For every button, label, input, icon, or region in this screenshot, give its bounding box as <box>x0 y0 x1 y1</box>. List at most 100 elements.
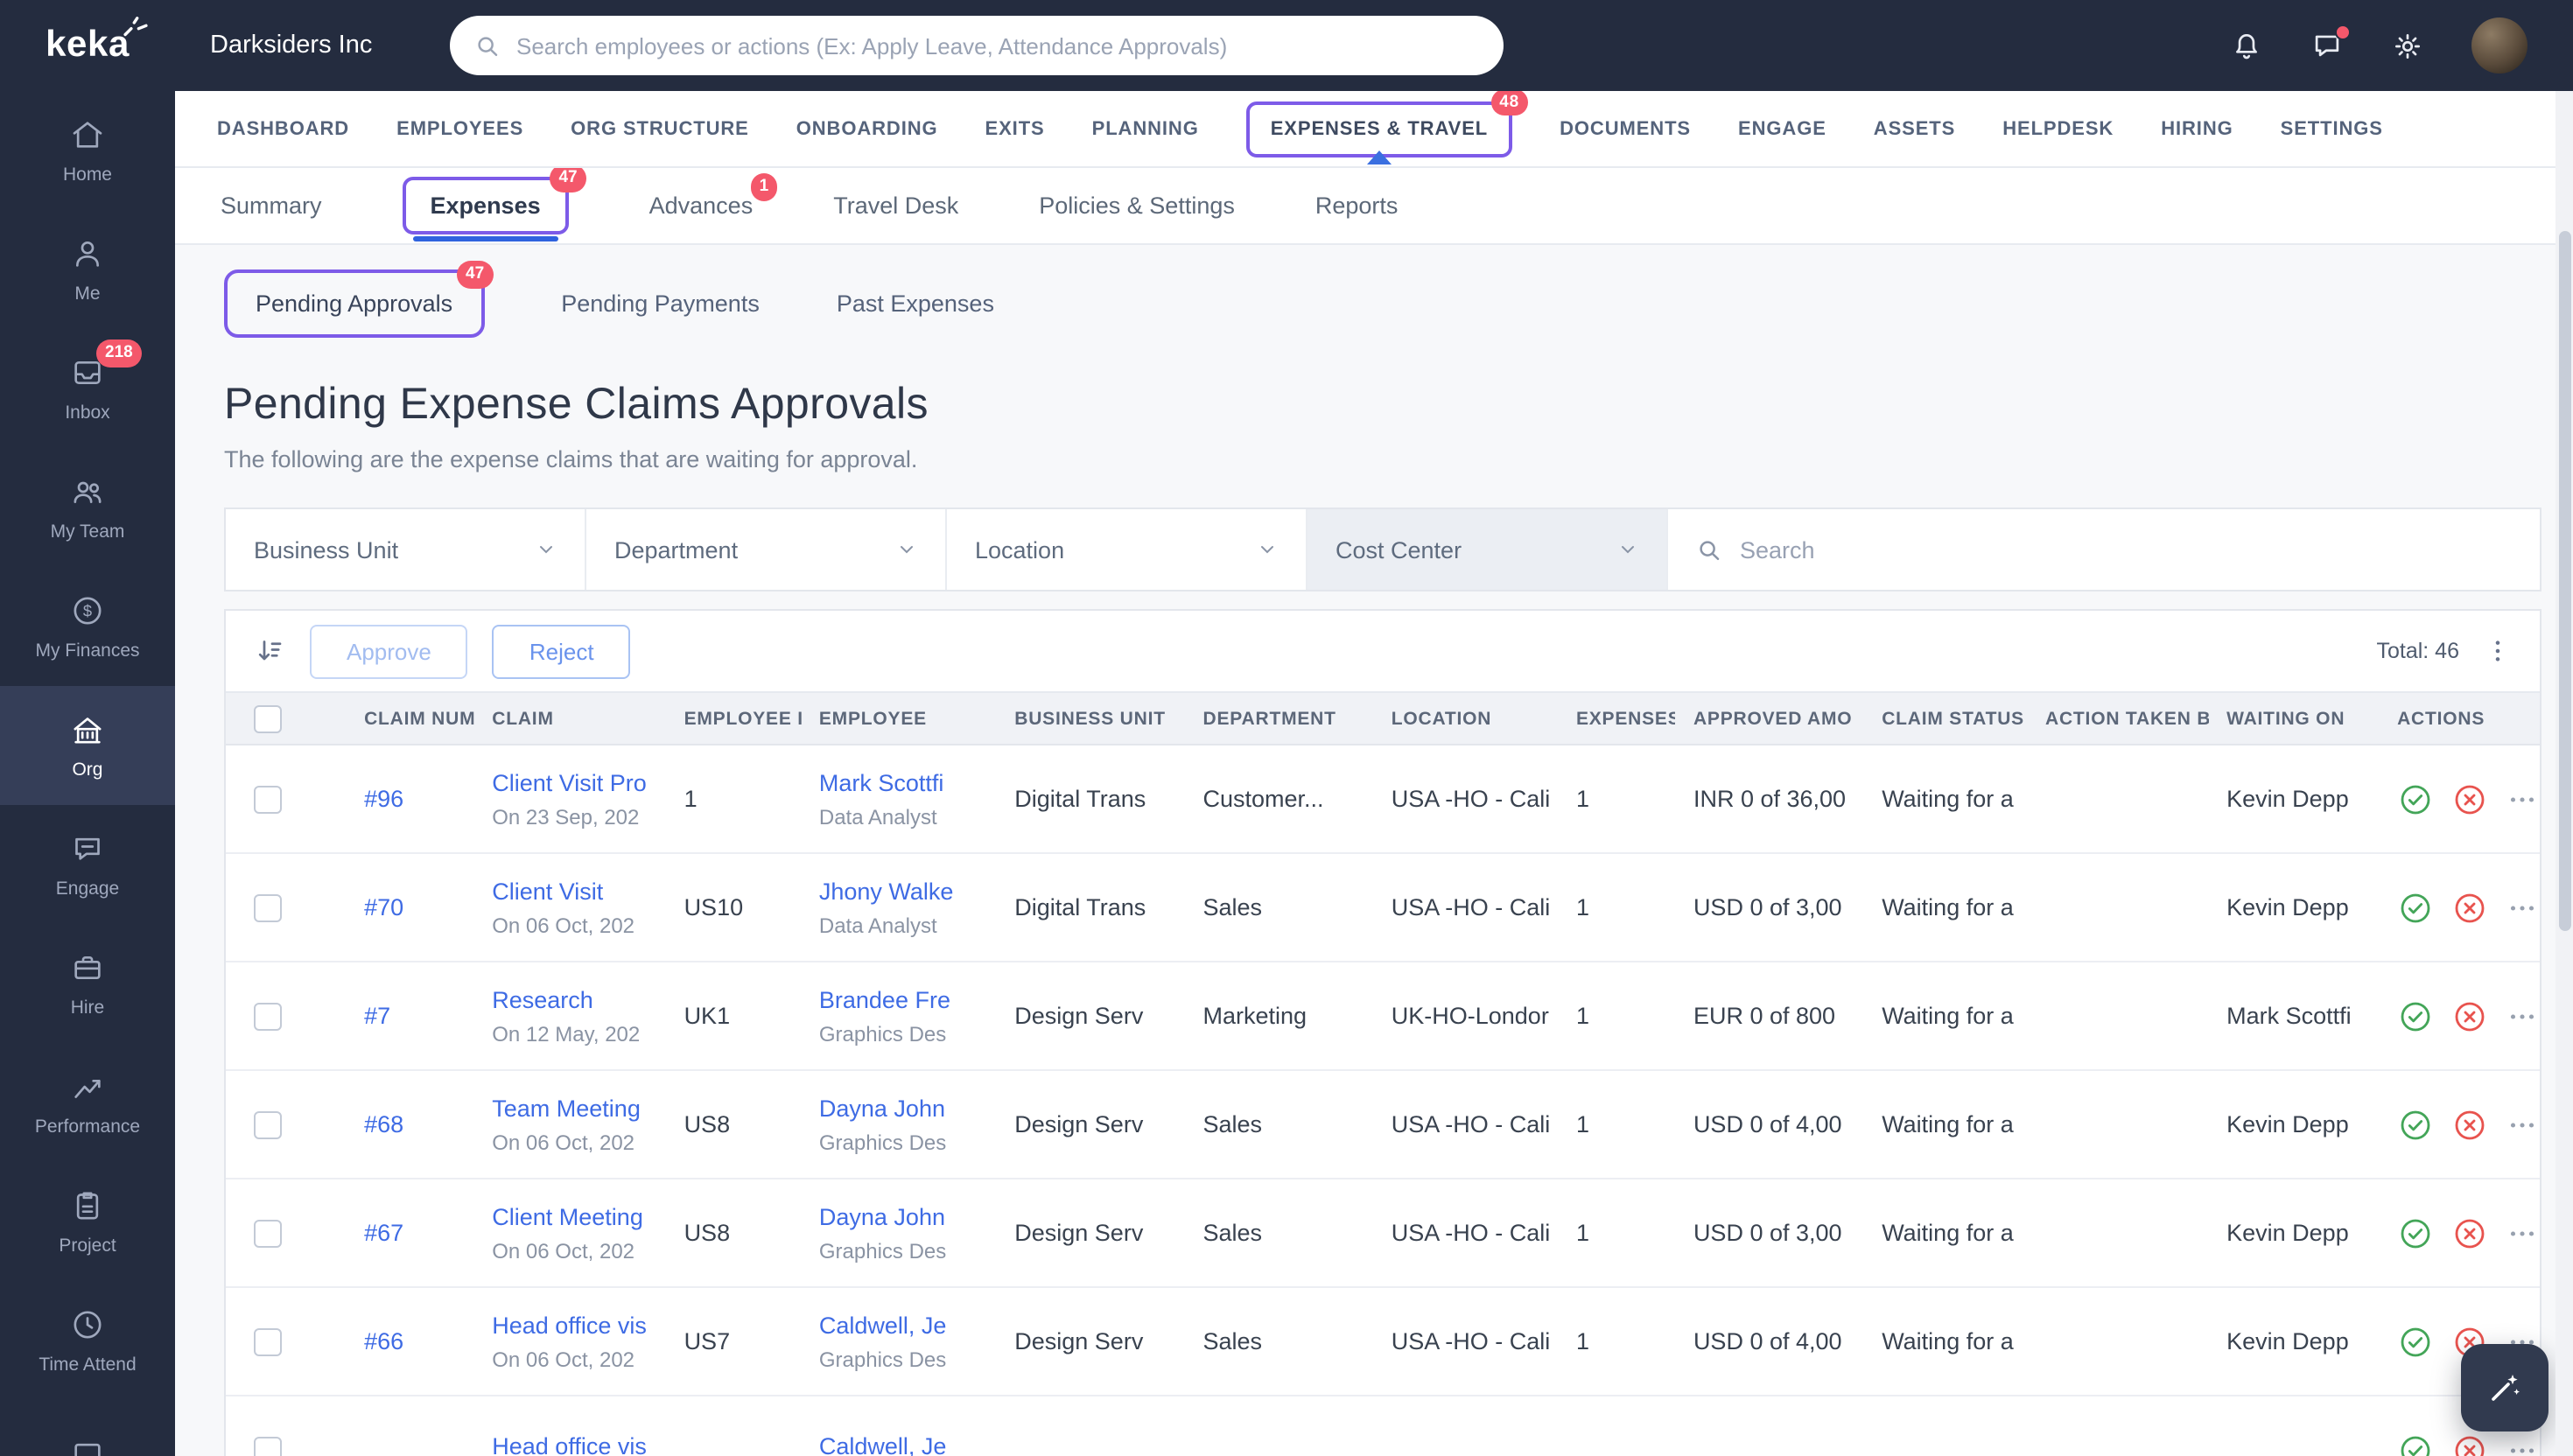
nav-exits[interactable]: EXITS <box>985 118 1045 139</box>
claim-number-link[interactable]: #7 <box>364 1003 457 1029</box>
row-checkbox[interactable] <box>254 1327 282 1356</box>
keka-logo[interactable]: keka <box>0 0 175 91</box>
approve-claim-icon[interactable] <box>2397 1215 2432 1250</box>
sidebar-item-project[interactable]: Project <box>0 1162 175 1281</box>
subnav-expenses[interactable]: Expenses 47 <box>402 164 586 242</box>
claim-title-link[interactable]: Research <box>492 986 649 1012</box>
department-filter[interactable]: Department <box>586 509 947 590</box>
approve-claim-icon[interactable] <box>2397 1432 2432 1456</box>
claim-number-link[interactable]: #66 <box>364 1328 457 1354</box>
reject-claim-icon[interactable] <box>2451 781 2486 816</box>
row-checkbox[interactable] <box>254 893 282 922</box>
messages-chat-icon[interactable] <box>2310 24 2351 62</box>
nav-documents[interactable]: DOCUMENTS <box>1560 118 1691 139</box>
approve-claim-icon[interactable] <box>2397 1324 2432 1359</box>
nav-onboarding[interactable]: ONBOARDING <box>796 118 938 139</box>
claim-number-link[interactable]: #68 <box>364 1111 457 1138</box>
claim-title-link[interactable]: Head office vis <box>492 1312 649 1338</box>
notifications-bell-icon[interactable] <box>2230 29 2263 62</box>
row-checkbox[interactable] <box>254 1436 282 1456</box>
claim-title-link[interactable]: Client Visit <box>492 878 649 904</box>
claim-number-link[interactable]: #67 <box>364 1220 457 1246</box>
approve-claim-icon[interactable] <box>2397 998 2432 1033</box>
employee-name-link[interactable]: Caldwell, Je <box>819 1312 979 1338</box>
subnav-advances[interactable]: Advances 1 <box>649 173 778 219</box>
nav-engage[interactable]: ENGAGE <box>1738 118 1826 139</box>
row-more-options-icon[interactable] <box>2506 890 2537 925</box>
nav-hiring[interactable]: HIRING <box>2161 118 2233 139</box>
subnav-travel-desk[interactable]: Travel Desk <box>833 192 958 219</box>
row-more-options-icon[interactable] <box>2506 1432 2537 1456</box>
subnav-policies-settings[interactable]: Policies & Settings <box>1039 192 1235 219</box>
sidebar-item-performance[interactable]: Performance <box>0 1043 175 1162</box>
employee-name-link[interactable]: Mark Scottfi <box>819 769 979 795</box>
global-search[interactable] <box>450 16 1504 75</box>
subnav-summary[interactable]: Summary <box>221 192 322 219</box>
reject-claim-icon[interactable] <box>2451 1215 2486 1250</box>
assistant-fab[interactable] <box>2461 1344 2548 1432</box>
settings-gear-icon[interactable] <box>2391 29 2424 62</box>
tab-pending-payments[interactable]: Pending Payments <box>561 290 760 317</box>
employee-name-link[interactable]: Brandee Fre <box>819 986 979 1012</box>
reject-button[interactable]: Reject <box>492 624 631 678</box>
sidebar-item-hire[interactable]: Hire <box>0 924 175 1043</box>
employee-name-link[interactable]: Jhony Walke <box>819 878 979 904</box>
row-more-options-icon[interactable] <box>2506 998 2537 1033</box>
claims-search[interactable] <box>1668 509 2540 590</box>
claims-search-input[interactable] <box>1740 536 2512 563</box>
subnav-reports[interactable]: Reports <box>1315 192 1399 219</box>
nav-assets[interactable]: ASSETS <box>1874 118 1955 139</box>
global-search-input[interactable] <box>516 32 1479 59</box>
row-checkbox[interactable] <box>254 1219 282 1248</box>
approve-claim-icon[interactable] <box>2397 781 2432 816</box>
cost-center-filter[interactable]: Cost Center <box>1308 509 1668 590</box>
nav-dashboard[interactable]: DASHBOARD <box>217 118 349 139</box>
reject-claim-icon[interactable] <box>2451 1107 2486 1142</box>
sidebar-item-time-attend[interactable]: Time Attend <box>0 1281 175 1400</box>
row-checkbox[interactable] <box>254 1110 282 1139</box>
tab-pending-approvals[interactable]: Pending Approvals 47 <box>224 261 494 338</box>
reject-claim-icon[interactable] <box>2451 998 2486 1033</box>
sidebar-item-engage[interactable]: Engage <box>0 805 175 924</box>
tab-past-expenses[interactable]: Past Expenses <box>837 290 994 317</box>
row-more-options-icon[interactable] <box>2506 1215 2537 1250</box>
page-scrollbar[interactable] <box>2555 91 2573 1456</box>
nav-expenses-and-travel[interactable]: EXPENSES & TRAVEL 48 <box>1245 88 1529 164</box>
sidebar-item-my-team[interactable]: My Team <box>0 448 175 567</box>
business-unit-filter[interactable]: Business Unit <box>226 509 586 590</box>
nav-planning[interactable]: PLANNING <box>1092 118 1199 139</box>
claim-title-link[interactable]: Team Meeting <box>492 1095 649 1121</box>
location-filter[interactable]: Location <box>947 509 1308 590</box>
sidebar-item-inbox[interactable]: 218 Inbox <box>0 329 175 448</box>
row-more-options-icon[interactable] <box>2506 781 2537 816</box>
claim-number-link[interactable]: #96 <box>364 786 457 812</box>
employee-name-link[interactable]: Caldwell, Je <box>819 1432 979 1456</box>
sort-icon[interactable] <box>254 635 285 667</box>
nav-helpdesk[interactable]: HELPDESK <box>2002 118 2114 139</box>
row-checkbox[interactable] <box>254 785 282 814</box>
row-more-options-icon[interactable] <box>2506 1107 2537 1142</box>
row-checkbox[interactable] <box>254 1002 282 1031</box>
sidebar-item-home[interactable]: Home <box>0 91 175 210</box>
approve-claim-icon[interactable] <box>2397 890 2432 925</box>
reject-claim-icon[interactable] <box>2451 1432 2486 1456</box>
sidebar-item-my-finances[interactable]: $ My Finances <box>0 567 175 686</box>
table-options-kebab-icon[interactable] <box>2484 637 2512 665</box>
claim-title-link[interactable]: Client Meeting <box>492 1203 649 1229</box>
employee-name-link[interactable]: Dayna John <box>819 1203 979 1229</box>
page-scrollbar-thumb[interactable] <box>2558 231 2570 931</box>
employee-name-link[interactable]: Dayna John <box>819 1095 979 1121</box>
user-avatar[interactable] <box>2471 18 2527 74</box>
nav-settings[interactable]: SETTINGS <box>2281 118 2383 139</box>
claim-title-link[interactable]: Client Visit Pro <box>492 769 649 795</box>
approve-claim-icon[interactable] <box>2397 1107 2432 1142</box>
select-all-checkbox[interactable] <box>254 704 282 732</box>
reject-claim-icon[interactable] <box>2451 890 2486 925</box>
approve-button[interactable]: Approve <box>310 624 468 678</box>
nav-org-structure[interactable]: ORG STRUCTURE <box>571 118 749 139</box>
sidebar-item-partial[interactable] <box>0 1400 175 1456</box>
nav-employees[interactable]: EMPLOYEES <box>396 118 523 139</box>
claim-title-link[interactable]: Head office vis <box>492 1432 649 1456</box>
sidebar-item-me[interactable]: Me <box>0 210 175 329</box>
sidebar-item-org[interactable]: Org <box>0 686 175 805</box>
